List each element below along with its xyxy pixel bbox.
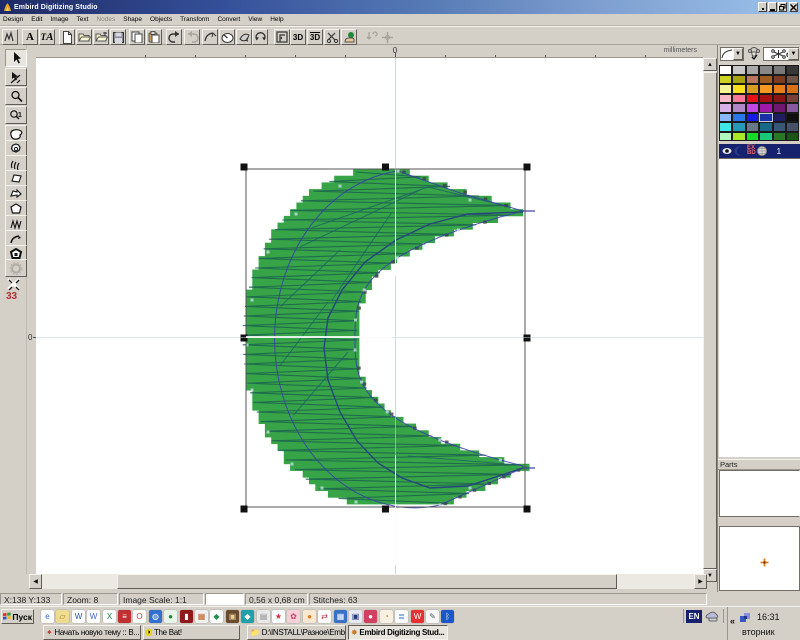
svg-text:1: 1 — [18, 112, 22, 119]
svg-text:4: 4 — [245, 38, 249, 43]
